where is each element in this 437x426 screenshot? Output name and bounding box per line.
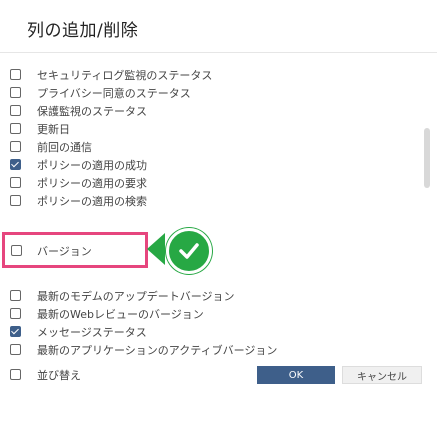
column-row[interactable]: ポリシーの適用の要求 bbox=[10, 174, 147, 191]
checkbox[interactable] bbox=[11, 245, 22, 256]
highlighted-version-row[interactable]: バージョン bbox=[2, 232, 148, 268]
arrow-left-icon bbox=[147, 233, 165, 265]
column-label: 保護監視のステータス bbox=[37, 104, 147, 118]
column-label: メッセージステータス bbox=[37, 325, 147, 339]
column-row[interactable]: 前回の通信 bbox=[10, 138, 92, 155]
column-row[interactable]: ポリシーの適用の成功 bbox=[10, 156, 147, 173]
column-label: 最新のアプリケーションのアクティブバージョン bbox=[37, 343, 278, 357]
column-list: セキュリティログ監視のステータス プライバシー同意のステータス 保護監視のステー… bbox=[0, 60, 420, 365]
column-row[interactable]: 最新のモデムのアップデートバージョン bbox=[10, 287, 235, 304]
column-label: セキュリティログ監視のステータス bbox=[37, 68, 213, 82]
column-label: ポリシーの適用の検索 bbox=[37, 194, 147, 208]
column-label: 最新のモデムのアップデートバージョン bbox=[37, 289, 235, 303]
column-label: ポリシーの適用の成功 bbox=[37, 158, 147, 172]
scrollbar-thumb[interactable] bbox=[424, 128, 430, 188]
checkbox[interactable] bbox=[10, 123, 21, 134]
column-label: 前回の通信 bbox=[37, 140, 92, 154]
column-row[interactable]: 最新のアプリケーションのアクティブバージョン bbox=[10, 341, 277, 358]
checkbox[interactable] bbox=[10, 177, 21, 188]
title-divider bbox=[0, 52, 437, 53]
sort-label: 並び替え bbox=[37, 368, 81, 382]
column-row[interactable]: 保護監視のステータス bbox=[10, 102, 147, 119]
checkbox[interactable] bbox=[10, 344, 21, 355]
column-label: バージョン bbox=[37, 245, 92, 258]
column-row[interactable]: セキュリティログ監視のステータス bbox=[10, 66, 212, 83]
column-label: 最新のWebレビューのバージョン bbox=[37, 307, 204, 321]
column-row[interactable]: メッセージステータス bbox=[10, 323, 147, 340]
checkbox[interactable] bbox=[10, 290, 21, 301]
column-row[interactable]: ポリシーの適用の検索 bbox=[10, 192, 147, 209]
column-label: プライバシー同意のステータス bbox=[37, 86, 191, 100]
checkbox[interactable] bbox=[10, 105, 21, 116]
checkbox[interactable] bbox=[10, 369, 21, 380]
column-label: ポリシーの適用の要求 bbox=[37, 176, 147, 190]
checkbox[interactable] bbox=[10, 195, 21, 206]
column-row[interactable]: プライバシー同意のステータス bbox=[10, 84, 191, 101]
column-row[interactable]: 更新日 bbox=[10, 120, 70, 137]
checkbox[interactable] bbox=[10, 87, 21, 98]
sort-row[interactable]: 並び替え bbox=[10, 366, 81, 383]
checkbox-checked[interactable] bbox=[10, 159, 21, 170]
column-row[interactable]: 最新のWebレビューのバージョン bbox=[10, 305, 204, 322]
checkmark-circle-icon bbox=[166, 228, 212, 274]
checkbox[interactable] bbox=[10, 69, 21, 80]
cancel-button[interactable]: キャンセル bbox=[342, 366, 422, 384]
dialog-title: 列の追加/削除 bbox=[27, 21, 139, 41]
checkbox[interactable] bbox=[10, 141, 21, 152]
checkbox-checked[interactable] bbox=[10, 326, 21, 337]
checkbox[interactable] bbox=[10, 308, 21, 319]
ok-button[interactable]: OK bbox=[257, 366, 335, 384]
column-label: 更新日 bbox=[37, 122, 70, 136]
